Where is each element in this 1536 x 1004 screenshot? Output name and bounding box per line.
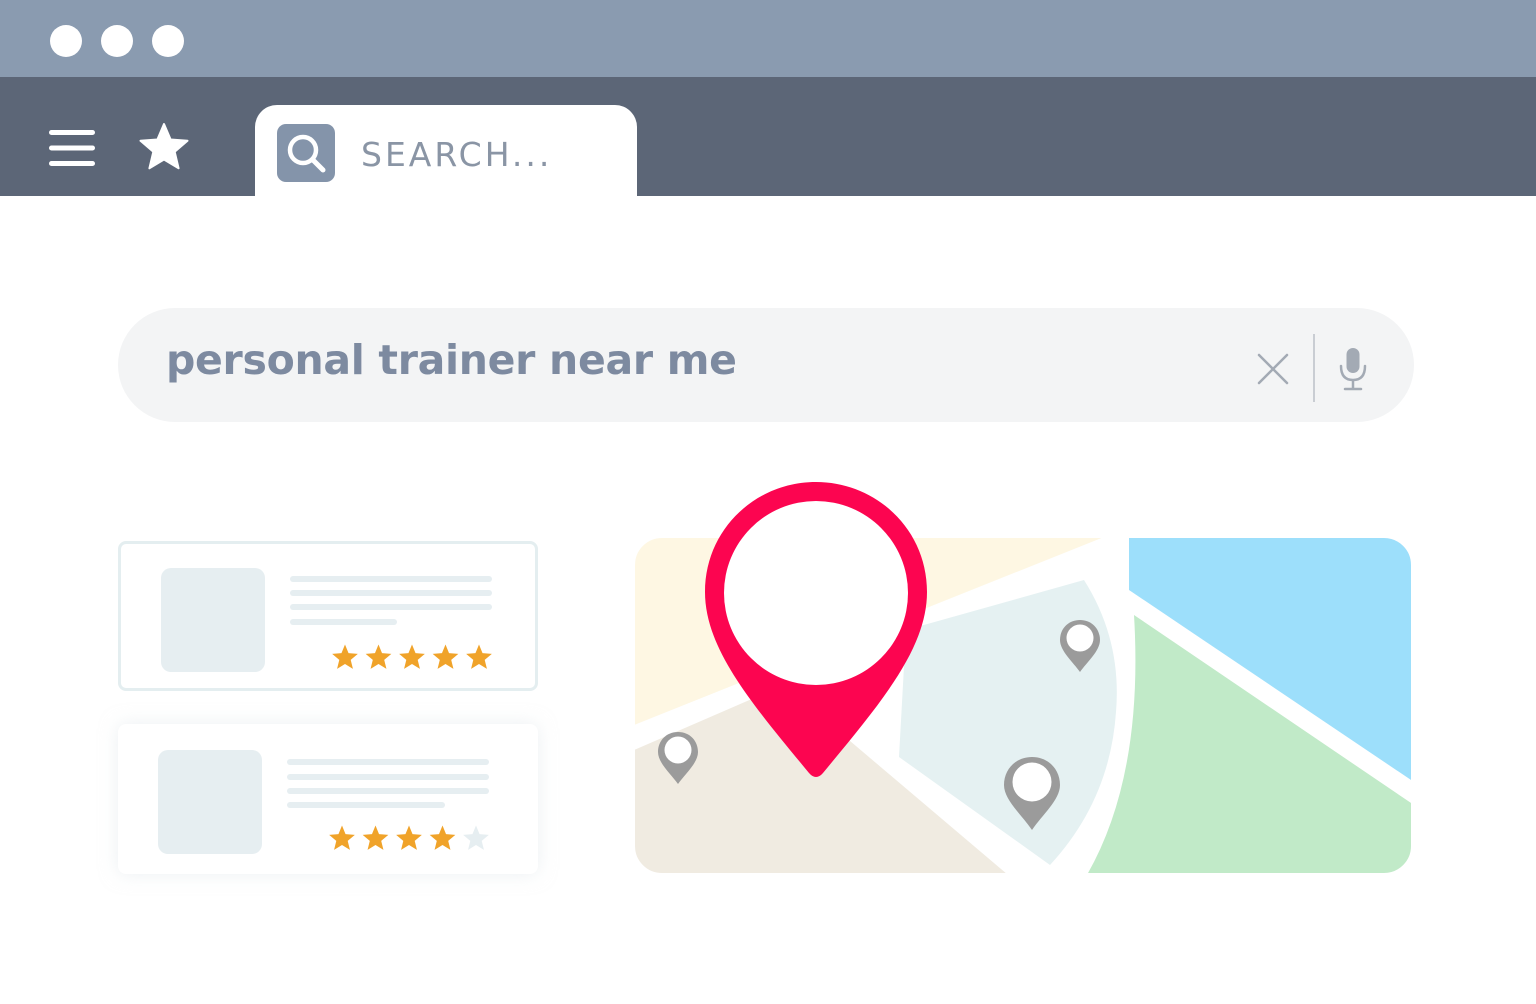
text-placeholder-line bbox=[290, 604, 492, 610]
search-icon bbox=[277, 124, 335, 182]
menu-icon[interactable] bbox=[48, 128, 96, 168]
text-placeholder-line bbox=[290, 590, 492, 596]
window-minimize-dot[interactable] bbox=[101, 25, 133, 57]
map[interactable] bbox=[634, 480, 1414, 880]
text-placeholder-line bbox=[287, 802, 445, 808]
text-placeholder-line bbox=[287, 788, 489, 794]
window-close-dot[interactable] bbox=[50, 25, 82, 57]
result-card[interactable] bbox=[118, 541, 538, 691]
text-placeholder-line bbox=[290, 576, 492, 582]
star-rating bbox=[332, 644, 492, 669]
result-thumbnail bbox=[158, 750, 262, 854]
browser-tab[interactable]: SEARCH... bbox=[255, 105, 637, 201]
text-placeholder-line bbox=[290, 619, 397, 625]
star-icon[interactable] bbox=[138, 122, 190, 172]
window-maximize-dot[interactable] bbox=[152, 25, 184, 57]
search-bar-divider bbox=[1313, 334, 1315, 402]
text-placeholder-line bbox=[287, 774, 489, 780]
star-empty-icon bbox=[463, 825, 489, 850]
search-input[interactable]: personal trainer near me bbox=[166, 336, 737, 384]
star-filled-icon bbox=[332, 644, 358, 669]
tab-label: SEARCH... bbox=[361, 135, 553, 174]
browser-toolbar bbox=[0, 77, 1536, 196]
search-bar[interactable]: personal trainer near me bbox=[118, 308, 1414, 422]
star-filled-icon bbox=[396, 825, 422, 850]
star-filled-icon bbox=[329, 825, 355, 850]
star-filled-icon bbox=[466, 644, 492, 669]
star-filled-icon bbox=[429, 825, 456, 850]
close-icon[interactable] bbox=[1256, 352, 1290, 386]
result-card[interactable] bbox=[118, 724, 538, 874]
star-filled-icon bbox=[365, 644, 392, 669]
star-filled-icon bbox=[399, 644, 425, 669]
star-filled-icon bbox=[362, 825, 389, 850]
star-filled-icon bbox=[432, 644, 459, 669]
window-titlebar bbox=[0, 0, 1536, 77]
text-placeholder-line bbox=[287, 759, 489, 765]
star-rating bbox=[329, 825, 489, 850]
microphone-icon[interactable] bbox=[1336, 346, 1370, 392]
result-thumbnail bbox=[161, 568, 265, 672]
